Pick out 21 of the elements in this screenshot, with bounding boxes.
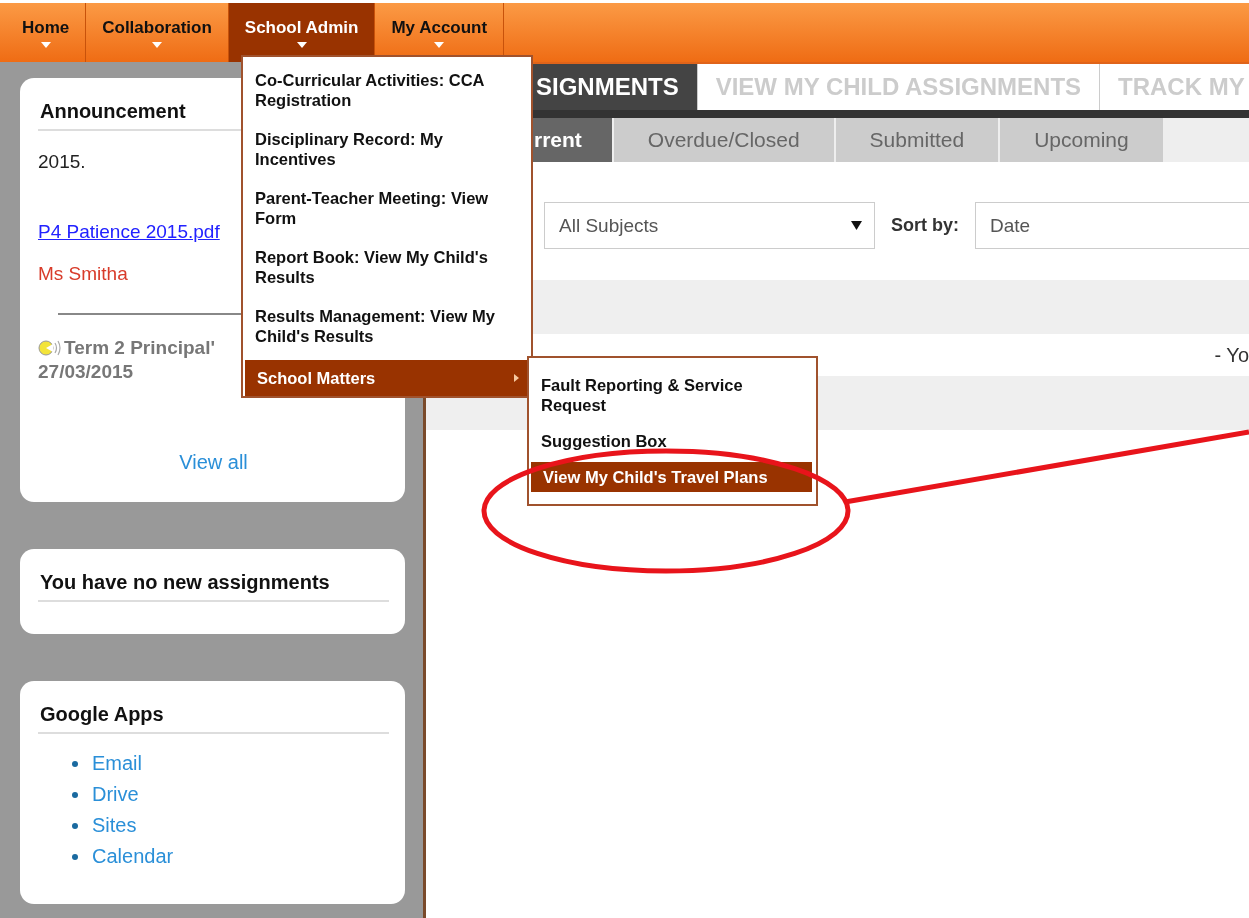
sub-tab[interactable]: Upcoming — [1000, 118, 1165, 162]
menu-item[interactable]: Suggestion Box — [529, 426, 816, 456]
menu-item[interactable]: School Matters — [245, 360, 529, 396]
attachment-link[interactable]: P4 Patience 2015.pdf — [38, 221, 220, 243]
sort-label: Sort by: — [891, 215, 959, 236]
menu-item[interactable]: Results Management: View My Child's Results — [243, 301, 531, 351]
card-title: Google Apps — [38, 697, 389, 734]
author-name: Ms Smitha — [38, 263, 128, 285]
announcement-text: 2015. — [38, 151, 86, 173]
menu-item[interactable]: Report Book: View My Child's Results — [243, 242, 531, 292]
card-title: You have no new assignments — [38, 565, 389, 602]
sub-tab[interactable]: Submitted — [835, 118, 1001, 162]
announcement-date: 27/03/2015 — [38, 361, 134, 383]
menu-item[interactable]: View My Child's Travel Plans — [531, 462, 812, 492]
sub-tab[interactable]: Overdue/Closed — [613, 118, 836, 162]
announcement-title[interactable]: Term 2 Principal' — [64, 337, 215, 359]
row-text: - Yo — [1214, 343, 1249, 367]
menu-item[interactable]: Fault Reporting & Service Request — [529, 370, 816, 420]
sort-field[interactable]: Date — [975, 202, 1249, 249]
menu-item[interactable]: Parent-Teacher Meeting: View Form — [243, 183, 531, 233]
subject-dropdown[interactable]: All Subjects — [544, 202, 875, 249]
